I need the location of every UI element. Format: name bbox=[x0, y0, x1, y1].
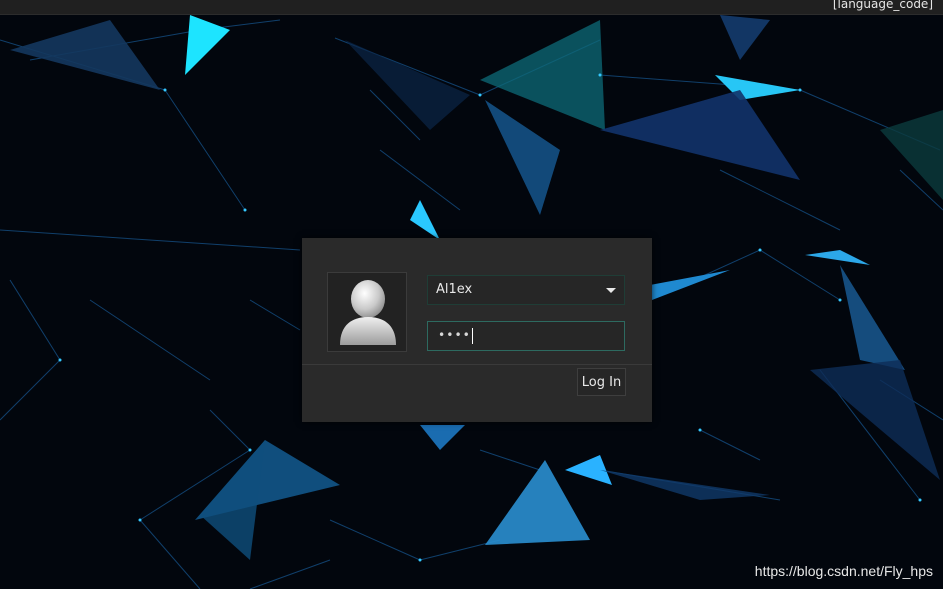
chevron-down-icon[interactable] bbox=[606, 288, 616, 293]
login-button[interactable]: Log In bbox=[577, 368, 626, 396]
password-mask: •••• bbox=[438, 328, 471, 342]
panel-divider bbox=[302, 364, 652, 365]
watermark-url: https://blog.csdn.net/Fly_hps bbox=[754, 563, 933, 579]
password-field[interactable]: •••• bbox=[427, 321, 625, 351]
top-panel-bar: [language_code] bbox=[0, 0, 943, 15]
login-dialog: Al1ex •••• Log In bbox=[302, 238, 652, 422]
username-value: Al1ex bbox=[436, 282, 473, 297]
avatar bbox=[327, 272, 407, 352]
language-selector[interactable]: [language_code] bbox=[833, 0, 933, 12]
username-dropdown[interactable]: Al1ex bbox=[427, 275, 625, 305]
text-cursor bbox=[472, 328, 473, 344]
login-screen: [language_code] Al1ex •••• Log In https:… bbox=[0, 0, 943, 589]
user-avatar-icon bbox=[340, 280, 396, 345]
